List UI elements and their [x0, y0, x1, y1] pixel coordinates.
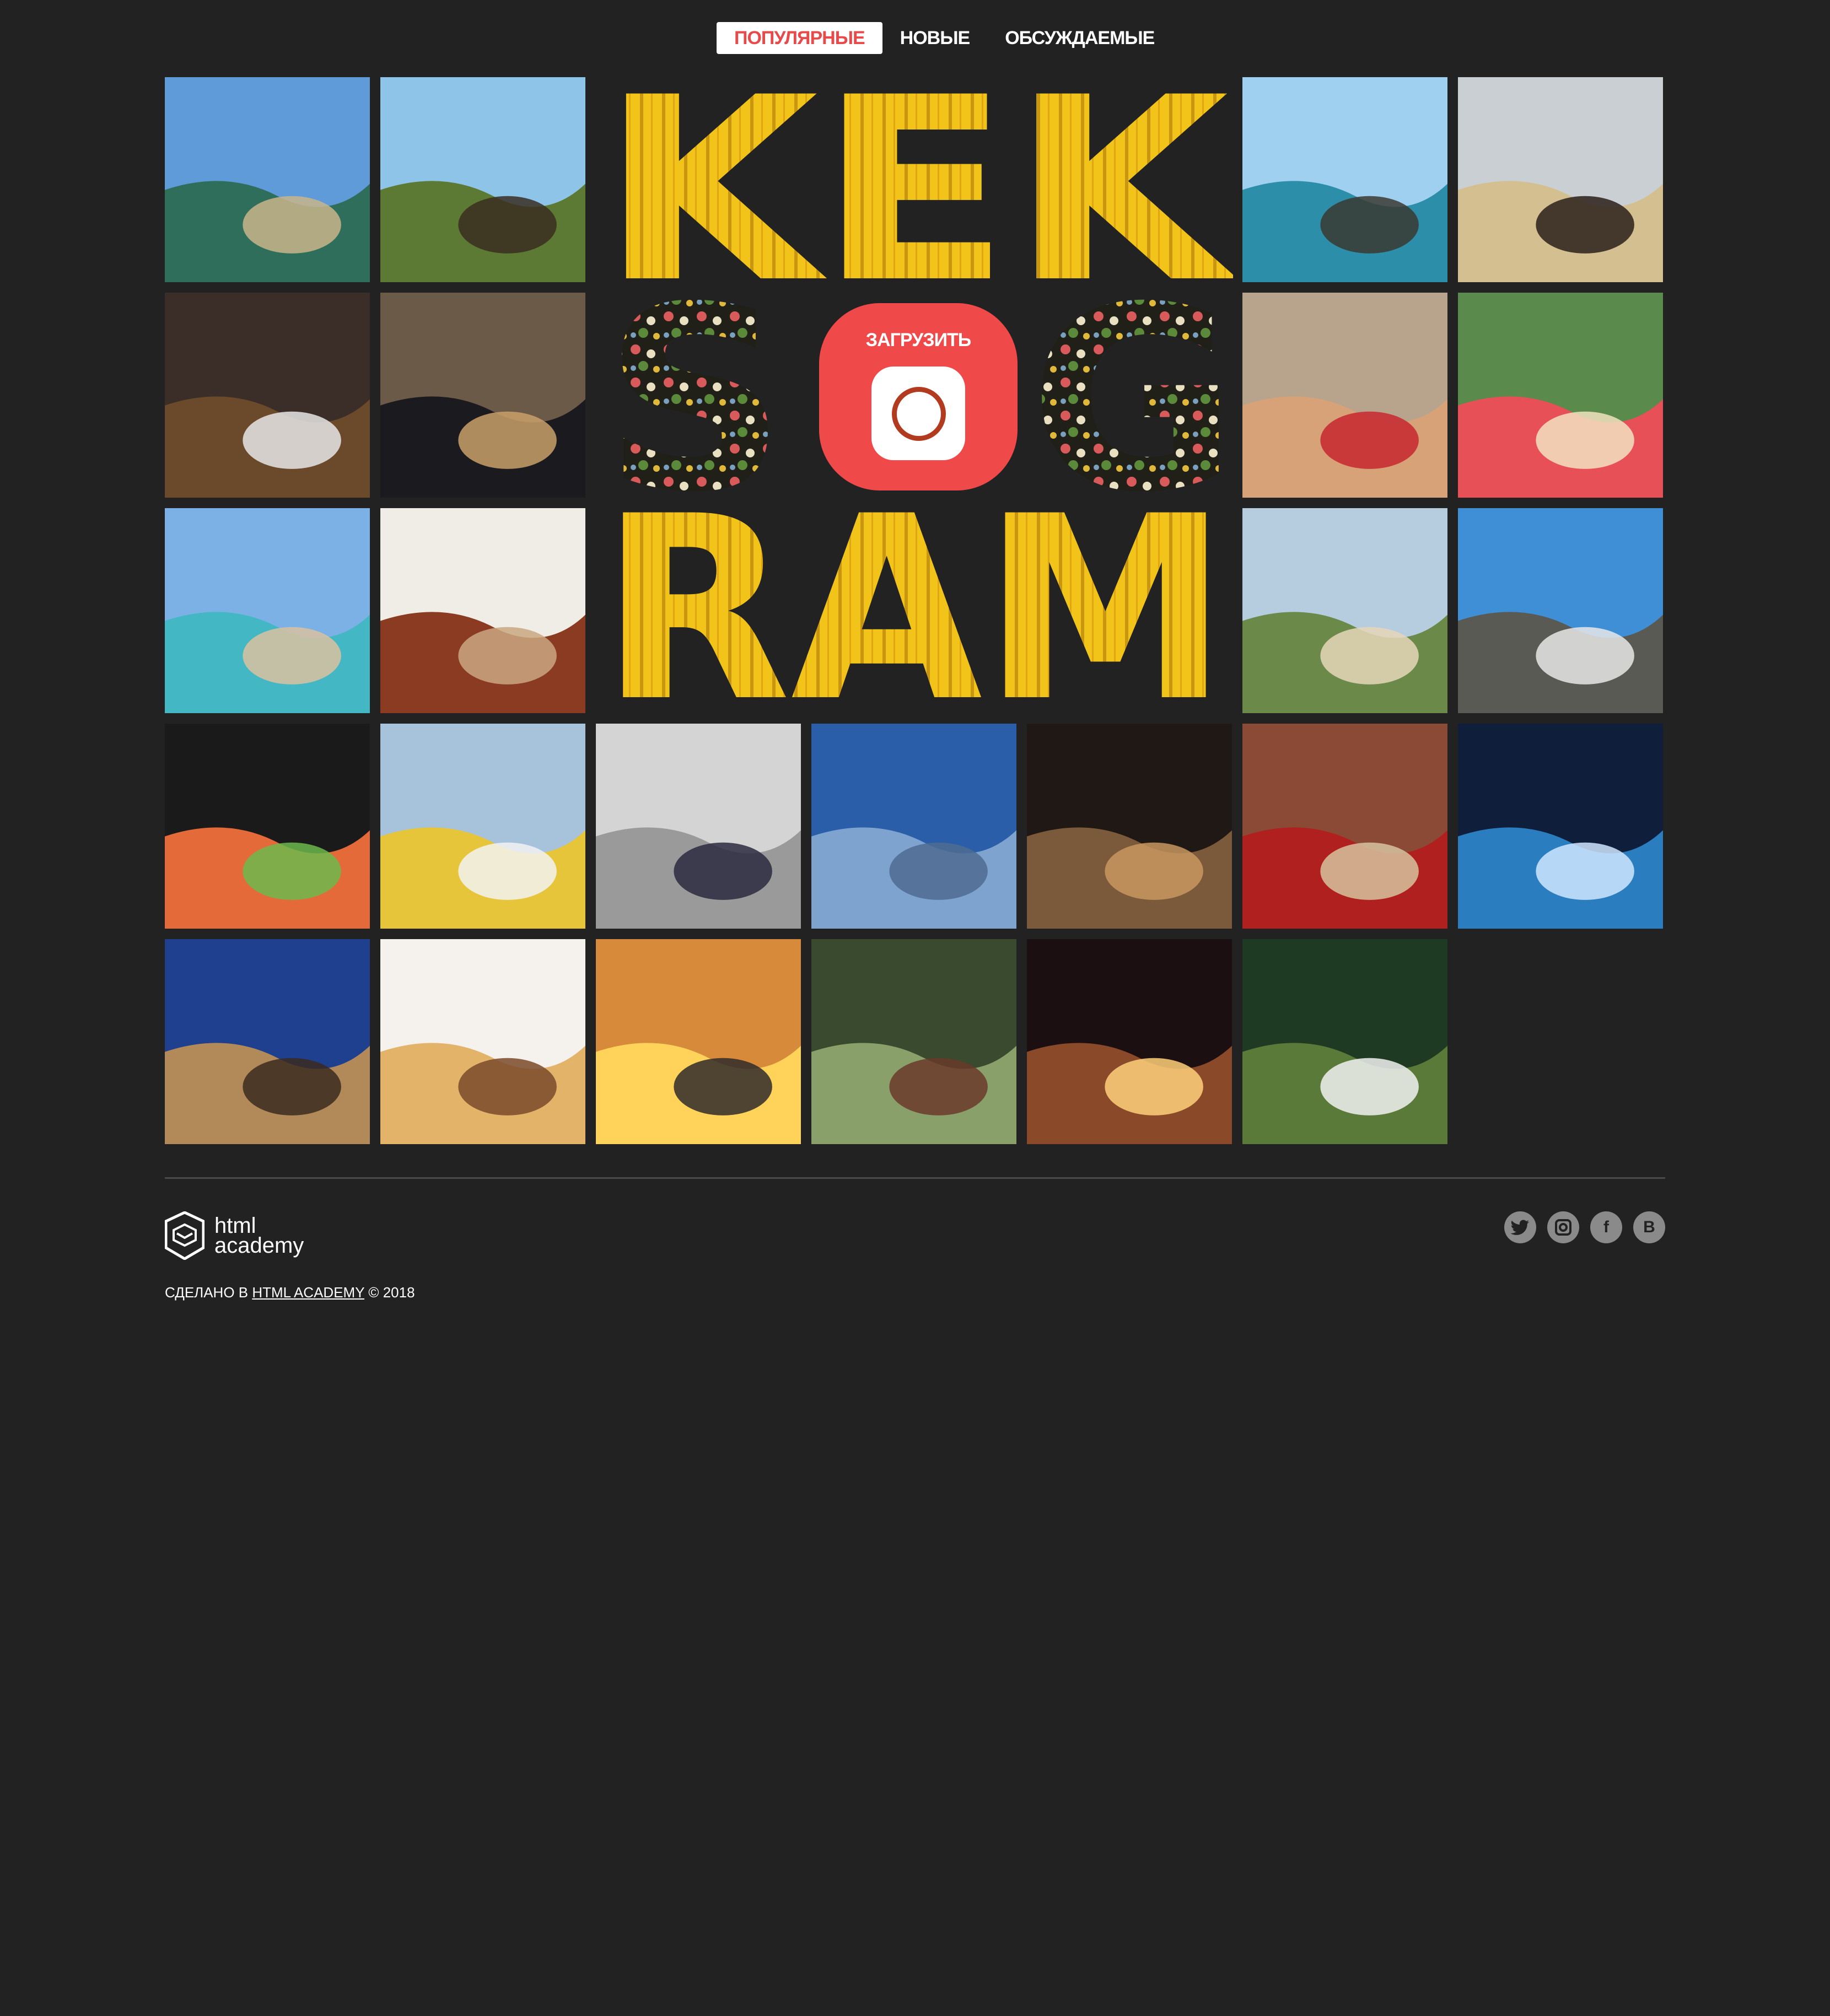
pictures-grid: KEK S G RAM ЗАГРУЗИТЬ: [165, 77, 1665, 1145]
picture-image: [165, 724, 370, 929]
picture-tile[interactable]: [1242, 939, 1447, 1144]
picture-tile[interactable]: [1027, 724, 1232, 929]
kekstagram-logo-block: KEK S G RAM ЗАГРУЗИТЬ: [596, 77, 1233, 714]
made-in-text: СДЕЛАНО В: [165, 1284, 249, 1301]
logo-row3: RAM: [600, 462, 1229, 714]
picture-image: [811, 724, 1016, 929]
filter-discussed[interactable]: ОБСУЖДАЕМЫЕ: [987, 22, 1172, 54]
picture-image: [165, 508, 370, 713]
picture-tile[interactable]: [380, 508, 585, 713]
twitter-icon[interactable]: [1504, 1211, 1536, 1243]
picture-tile[interactable]: [380, 293, 585, 498]
picture-tile[interactable]: [165, 77, 370, 282]
social-links: f B: [1504, 1211, 1665, 1243]
academy-link[interactable]: HTML ACADEMY: [252, 1284, 364, 1301]
picture-image: [380, 77, 585, 282]
academy-line2: academy: [214, 1233, 304, 1258]
picture-image: [1458, 77, 1663, 282]
picture-image: [1242, 939, 1447, 1144]
picture-tile[interactable]: [811, 939, 1016, 1144]
filter-new[interactable]: НОВЫЕ: [882, 22, 988, 54]
filters-nav: ПОПУЛЯРНЫЕ НОВЫЕ ОБСУЖДАЕМЫЕ: [717, 22, 1172, 54]
picture-tile[interactable]: [165, 939, 370, 1144]
copyright-year: © 2018: [368, 1284, 415, 1301]
picture-tile[interactable]: [165, 293, 370, 498]
picture-image: [1242, 508, 1447, 713]
picture-image: [165, 939, 370, 1144]
htmlacademy-logo[interactable]: html academy: [165, 1211, 304, 1260]
picture-tile[interactable]: [596, 939, 801, 1144]
picture-tile[interactable]: [596, 724, 801, 929]
upload-label: ЗАГРУЗИТЬ: [865, 330, 971, 351]
picture-tile[interactable]: [1027, 939, 1232, 1144]
picture-tile[interactable]: [1458, 293, 1663, 498]
picture-image: [380, 939, 585, 1144]
picture-image: [1458, 508, 1663, 713]
picture-tile[interactable]: [380, 939, 585, 1144]
picture-image: [380, 724, 585, 929]
picture-image: [380, 508, 585, 713]
picture-image: [1458, 293, 1663, 498]
picture-tile[interactable]: [811, 724, 1016, 929]
picture-image: [811, 939, 1016, 1144]
picture-tile[interactable]: [1458, 77, 1663, 282]
camera-icon: [871, 366, 965, 460]
picture-image: [1242, 77, 1447, 282]
footer-divider: [165, 1177, 1665, 1179]
picture-image: [165, 77, 370, 282]
picture-tile[interactable]: [165, 508, 370, 713]
facebook-icon[interactable]: f: [1590, 1211, 1622, 1243]
picture-tile[interactable]: [1242, 77, 1447, 282]
academy-line1: html: [214, 1214, 256, 1238]
picture-tile[interactable]: [380, 724, 585, 929]
academy-wordmark: html academy: [214, 1214, 304, 1258]
picture-image: [596, 939, 801, 1144]
picture-image: [596, 724, 801, 929]
picture-image: [380, 293, 585, 498]
picture-tile[interactable]: [380, 77, 585, 282]
picture-tile[interactable]: [165, 724, 370, 929]
picture-image: [1242, 724, 1447, 929]
picture-tile[interactable]: [1242, 508, 1447, 713]
copyright: СДЕЛАНО В HTML ACADEMY © 2018: [165, 1284, 415, 1301]
academy-shield-icon: [165, 1211, 204, 1260]
upload-button[interactable]: ЗАГРУЗИТЬ: [819, 303, 1018, 490]
vk-icon[interactable]: B: [1633, 1211, 1665, 1243]
picture-image: [1027, 939, 1232, 1144]
picture-tile[interactable]: [1242, 724, 1447, 929]
picture-image: [165, 293, 370, 498]
picture-image: [1458, 724, 1663, 929]
picture-tile[interactable]: [1458, 724, 1663, 929]
instagram-icon[interactable]: [1547, 1211, 1579, 1243]
filter-popular[interactable]: ПОПУЛЯРНЫЕ: [717, 22, 882, 54]
picture-image: [1027, 724, 1232, 929]
picture-image: [1242, 293, 1447, 498]
picture-tile[interactable]: [1458, 508, 1663, 713]
picture-tile[interactable]: [1242, 293, 1447, 498]
